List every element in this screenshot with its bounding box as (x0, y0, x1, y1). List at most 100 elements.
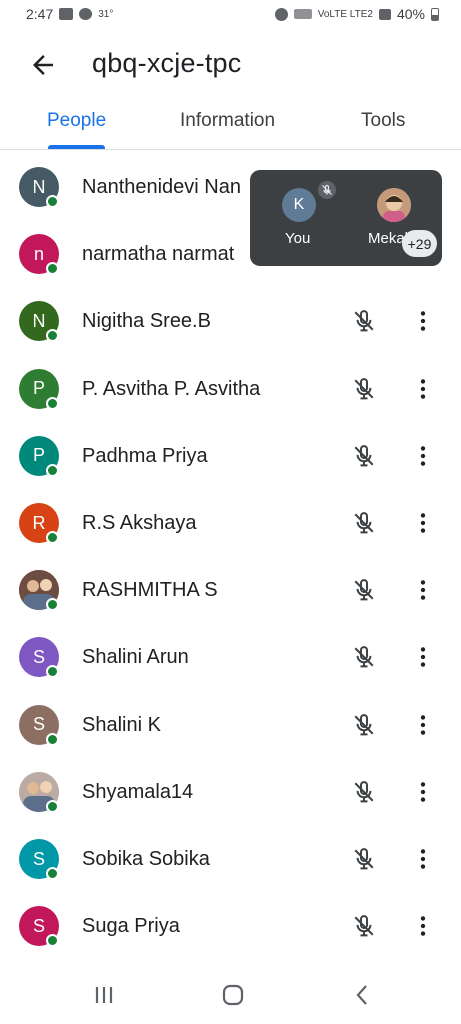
battery-icon (431, 7, 439, 21)
mic-off-icon (354, 915, 374, 937)
recent-apps-button[interactable] (90, 983, 118, 1007)
more-vert-icon (420, 580, 426, 600)
recent-apps-icon (95, 987, 113, 1003)
participant-name: Suga Priya (82, 915, 180, 938)
whatsapp-icon (79, 8, 93, 20)
participant-name: RASHMITHA S (82, 579, 218, 602)
home-icon (222, 984, 244, 1006)
status-left: 2:47 31° (26, 6, 113, 22)
participant-name: Nigitha Sree.B (82, 310, 211, 333)
arrow-back-icon (33, 55, 53, 75)
participant-row[interactable]: N Nigitha Sree.B (0, 288, 461, 355)
participant-mic-status (350, 778, 378, 806)
mic-off-icon (354, 780, 374, 803)
mic-off-icon (354, 377, 374, 399)
more-vert-icon (420, 916, 426, 936)
participant-name: Padhma Priya (82, 444, 208, 467)
participant-name: Nanthenidevi Nan (82, 176, 241, 198)
gallery-icon (59, 8, 74, 20)
online-status-dot (46, 531, 59, 544)
online-status-dot (46, 867, 59, 880)
tab-tools[interactable]: Tools (361, 110, 405, 132)
status-right: VoLTE LTE2 40% (274, 6, 439, 22)
participant-mic-status (350, 912, 378, 940)
participant-more-button[interactable] (410, 509, 436, 537)
participant-row[interactable]: S Shalini Arun (0, 624, 461, 691)
online-status-dot (46, 598, 59, 612)
chevron-left-icon (356, 985, 367, 1005)
tab-information[interactable]: Information (180, 110, 275, 132)
online-status-dot (46, 329, 59, 343)
online-status-dot (46, 396, 59, 410)
participant-name: R.S Akshaya (82, 512, 197, 534)
status-time: 2:47 (26, 6, 54, 22)
participant-name: narmatha narmat (82, 243, 235, 266)
mic-off-icon (354, 444, 374, 467)
app-bar: qbq-xcje-tpc (0, 36, 461, 92)
participant-more-button[interactable] (410, 845, 436, 873)
participant-name: Shyamala14 (82, 780, 194, 803)
participant-more-button[interactable] (410, 912, 436, 940)
self-avatar: K (282, 188, 316, 222)
online-status-dot (46, 262, 59, 276)
participant-mic-status (350, 442, 378, 470)
participant-more-button[interactable] (410, 375, 436, 403)
more-vert-icon (420, 446, 426, 466)
other-participant-avatar (377, 188, 411, 222)
participant-name: Shalini Arun (82, 646, 189, 669)
participant-more-button[interactable] (410, 576, 436, 604)
status-bar: 2:47 31° VoLTE LTE2 40% (0, 0, 461, 30)
participant-mic-status (350, 711, 378, 739)
status-temperature: 31° (98, 8, 114, 20)
mic-off-icon (354, 310, 374, 332)
self-label: You (285, 230, 311, 247)
tab-people[interactable]: People (47, 110, 106, 132)
mic-off-icon (354, 848, 374, 870)
online-status-dot (46, 463, 59, 477)
participant-name: Sobika Sobika (82, 848, 210, 870)
participant-mic-status (350, 307, 378, 335)
online-status-dot (46, 732, 59, 746)
self-mic-off-badge (318, 181, 336, 199)
floating-call-overlay[interactable]: K You Mekal +29 (250, 170, 442, 266)
participant-more-button[interactable] (410, 778, 436, 806)
more-vert-icon (420, 647, 426, 668)
mic-off-icon (322, 184, 332, 195)
participant-row[interactable]: P P. Asvitha P. Asvitha (0, 356, 461, 423)
system-nav-bar (0, 965, 461, 1024)
participant-mic-status (350, 509, 378, 537)
participant-row[interactable]: R R.S Akshaya (0, 490, 461, 557)
mic-off-icon (354, 646, 374, 668)
participant-more-button[interactable] (410, 643, 436, 671)
participant-more-button[interactable] (410, 307, 436, 335)
online-status-dot (46, 799, 59, 813)
participant-mic-status (350, 845, 378, 873)
participant-mic-status (350, 375, 378, 403)
participant-row[interactable]: S Shalini K (0, 692, 461, 759)
participant-row[interactable]: S Sobika Sobika (0, 826, 461, 893)
home-button[interactable] (219, 983, 247, 1007)
wifi-icon (293, 9, 312, 19)
status-battery: 40% (396, 6, 425, 22)
online-status-dot (46, 934, 59, 948)
participant-row[interactable]: S Suga Priya (0, 893, 461, 960)
participant-more-button[interactable] (410, 711, 436, 739)
participant-row[interactable]: RASHMITHA S (0, 557, 461, 624)
participant-name: Shalini K (82, 713, 161, 736)
participant-more-button[interactable] (410, 442, 436, 470)
more-vert-icon (420, 378, 426, 399)
meeting-code-title: qbq-xcje-tpc (92, 48, 242, 78)
participant-row[interactable]: P Padhma Priya (0, 423, 461, 490)
more-vert-icon (420, 782, 426, 802)
participant-row[interactable]: Shyamala14 (0, 759, 461, 826)
more-vert-icon (420, 849, 426, 869)
participant-name: P. Asvitha P. Asvitha (82, 377, 261, 400)
more-participants-badge: +29 (402, 230, 437, 257)
more-vert-icon (420, 714, 426, 735)
system-back-button[interactable] (348, 983, 376, 1007)
online-status-dot (46, 665, 59, 679)
mic-off-icon (354, 713, 374, 735)
back-button[interactable] (28, 50, 58, 80)
alarm-icon (274, 7, 288, 21)
tab-bar: People Information Tools (0, 100, 461, 150)
